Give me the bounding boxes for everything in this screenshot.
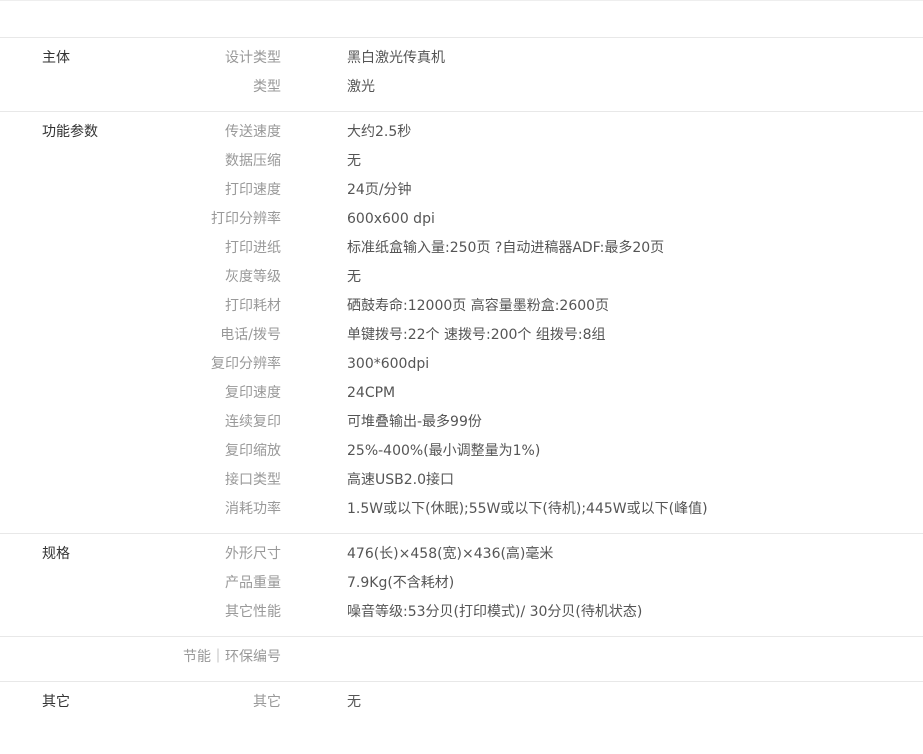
spec-label: 外形尺寸 [225,546,281,562]
spec-label: 其它 [253,694,281,710]
spec-value: 无 [347,269,361,285]
spec-row: 其它 无 [0,688,923,717]
spec-value: 476(长)×458(宽)×436(高)毫米 [347,546,554,562]
spec-row: 打印进纸 标准纸盒输入量:250页 ?自动进稿器ADF:最多20页 [0,234,923,263]
spec-row: 外形尺寸 476(长)×458(宽)×436(高)毫米 [0,540,923,569]
spec-row: 设计类型 黑白激光传真机 [0,44,923,73]
spec-label: 复印缩放 [225,443,281,459]
spec-value: 可堆叠输出-最多99份 [347,414,482,430]
spec-label: 设计类型 [225,50,281,66]
spec-label: 节能｜环保编号 [183,649,281,665]
spec-section: 规格 外形尺寸 476(长)×458(宽)×436(高)毫米 产品重量 7.9Kg(不含… [0,534,923,637]
spec-row: 连续复印 可堆叠输出-最多99份 [0,408,923,437]
spec-value: 24页/分钟 [347,182,412,198]
spec-value: 大约2.5秒 [347,124,412,140]
spec-row: 节能｜环保编号 [0,643,923,672]
spec-label: 消耗功率 [225,501,281,517]
spec-section: 节能｜环保编号 [0,637,923,682]
spec-value: 激光 [347,79,375,95]
spec-value: 硒鼓寿命:12000页 高容量墨粉盒:2600页 [347,298,610,314]
spec-section: 其它 其它 无 [0,682,923,726]
spec-row: 灰度等级 无 [0,263,923,292]
spec-label: 连续复印 [225,414,281,430]
spec-label: 打印速度 [225,182,281,198]
spec-row: 产品重量 7.9Kg(不含耗材) [0,569,923,598]
spec-label: 复印速度 [225,385,281,401]
spec-table: 主体 设计类型 黑白激光传真机 类型 激光 功能参数 传送速度 大约2.5秒 数据压缩无打印速度… [0,38,923,726]
spec-value: 1.5W或以下(休眠);55W或以下(待机);445W或以下(峰值) [347,501,708,517]
top-edge-line [0,0,923,1]
spec-value: 高速USB2.0接口 [347,472,455,488]
spec-row: 复印速度 24CPM [0,379,923,408]
spec-value: 600x600 dpi [347,211,435,227]
spec-section: 功能参数 传送速度 大约2.5秒 数据压缩无打印速度 24页/分钟 打印分辨率 600x60… [0,112,923,534]
spec-label: 打印耗材 [225,298,281,314]
spec-label: 产品重量 [225,575,281,591]
spec-value: 黑白激光传真机 [347,50,445,66]
spec-value: 24CPM [347,385,396,401]
spec-label: 打印进纸 [225,240,281,256]
spec-row: 打印耗材 硒鼓寿命:12000页 高容量墨粉盒:2600页 [0,292,923,321]
spec-row: 数据压缩 无 [0,147,923,176]
spec-label: 灰度等级 [225,269,281,285]
spec-value: 无 [347,694,361,710]
spec-row: 复印缩放 25%-400%(最小调整量为1%) [0,437,923,466]
spec-value: 单键拨号:22个 速拨号:200个 组拨号:8组 [347,327,606,343]
spec-label: 传送速度 [225,124,281,140]
spec-row: 传送速度 大约2.5秒 [0,118,923,147]
spec-section: 主体 设计类型 黑白激光传真机 类型 激光 [0,38,923,112]
spec-row: 打印速度 24页/分钟 [0,176,923,205]
spec-label: 接口类型 [225,472,281,488]
spec-value: 300*600dpi [347,356,430,372]
spec-value: 7.9Kg(不含耗材) [347,575,455,591]
spec-row: 电话/拨号 单键拨号:22个 速拨号:200个 组拨号:8组 [0,321,923,350]
spec-value: 25%-400%(最小调整量为1%) [347,443,541,459]
spec-label: 打印分辨率 [211,211,281,227]
spec-row: 打印分辨率 600x600 dpi [0,205,923,234]
spec-label: 类型 [253,79,281,95]
spec-label: 其它性能 [225,604,281,620]
spec-row: 类型 激光 [0,73,923,102]
spec-value: 无 [347,153,361,169]
spec-row: 其它性能 噪音等级:53分贝(打印模式)/ 30分贝(待机状态) [0,598,923,627]
spec-row: 消耗功率 1.5W或以下(休眠);55W或以下(待机);445W或以下(峰值) [0,495,923,524]
spec-label: 数据压缩 [225,153,281,169]
spec-row: 复印分辨率 300*600dpi [0,350,923,379]
spec-row: 接口类型 高速USB2.0接口 [0,466,923,495]
spec-value: 标准纸盒输入量:250页 ?自动进稿器ADF:最多20页 [347,240,665,256]
spec-label: 电话/拨号 [220,327,281,343]
spec-value: 噪音等级:53分贝(打印模式)/ 30分贝(待机状态) [347,604,643,620]
spec-label: 复印分辨率 [211,356,281,372]
